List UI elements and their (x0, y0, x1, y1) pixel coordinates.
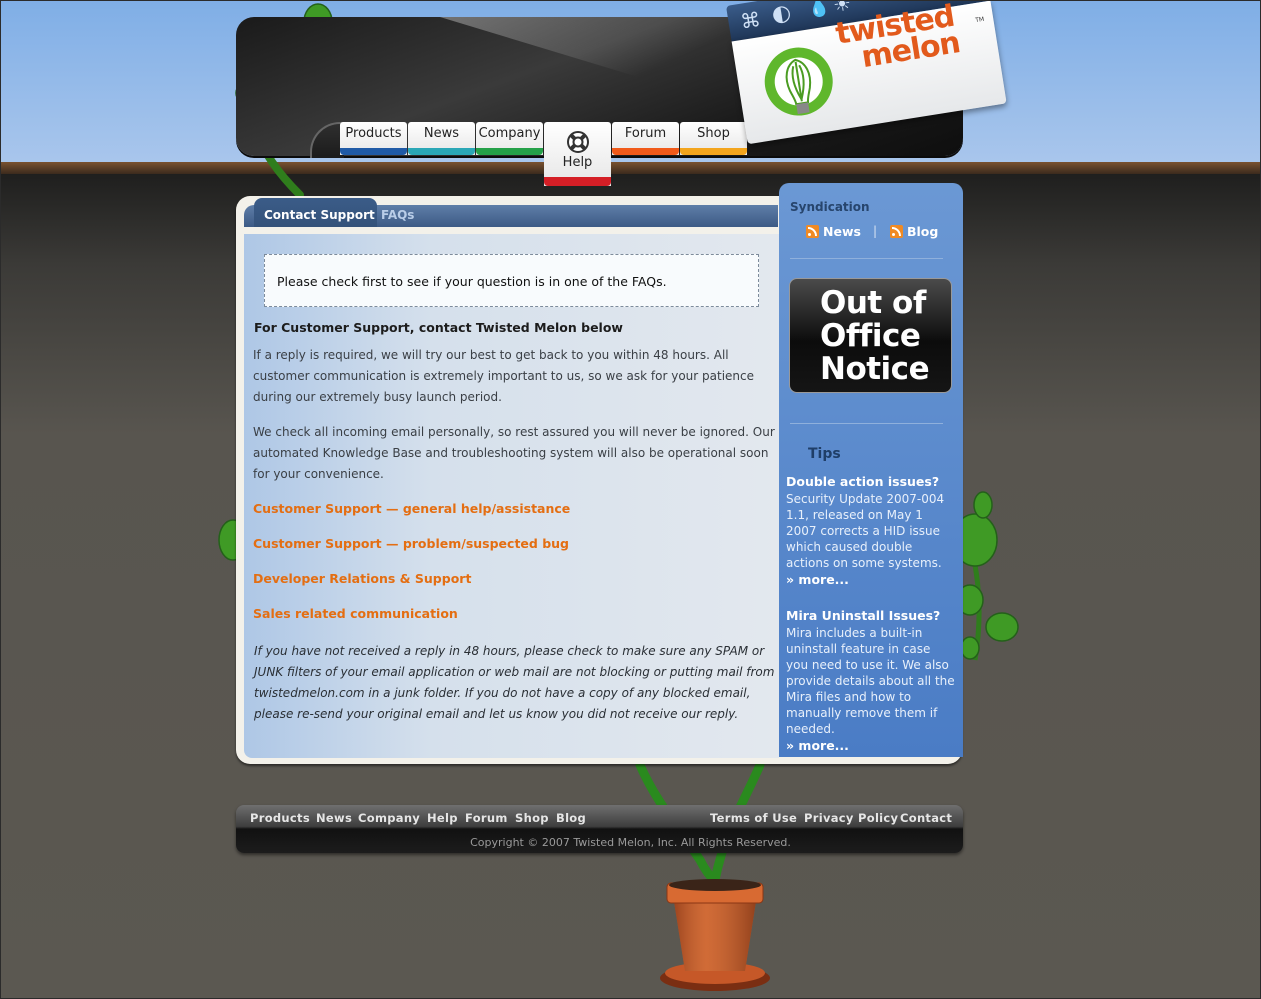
tips-heading: Tips (808, 446, 841, 462)
melon-bulb-logo-icon (764, 47, 833, 116)
link-developer-relations[interactable]: Developer Relations & Support (253, 571, 471, 586)
nav-news[interactable]: News (408, 122, 475, 155)
footer-link-forum[interactable]: Forum (465, 811, 508, 825)
droplet-icon: 💧 (805, 0, 832, 21)
tip-body-double-action: Security Update 2007-004 1.1, released o… (786, 492, 945, 570)
sidebar-divider (790, 423, 943, 424)
link-sales[interactable]: Sales related communication (253, 606, 458, 621)
nav-news-color-bar (408, 148, 475, 155)
tip-more-link[interactable]: » more... (786, 738, 849, 753)
nav-shop[interactable]: Shop (680, 122, 747, 155)
sidebar-divider (790, 258, 943, 259)
tip-more-link[interactable]: » more... (786, 572, 849, 587)
support-heading: For Customer Support, contact Twisted Me… (254, 320, 623, 335)
syndication-heading: Syndication (790, 200, 870, 214)
nav-products-color-bar (340, 148, 407, 155)
ooo-line2: Office (820, 318, 921, 354)
yin-yang-icon: ◐ (770, 0, 793, 28)
rss-icon (806, 225, 819, 238)
nav-shop-label: Shop (697, 126, 730, 141)
trademark-mark: TM (974, 15, 985, 25)
main-nav: Products News Company Help Forum Shop (340, 122, 748, 186)
blog-feed-link[interactable]: Blog (890, 224, 938, 239)
tip-title-double-action[interactable]: Double action issues? (786, 474, 939, 489)
lifebuoy-icon (566, 131, 589, 153)
news-feed-label: News (823, 224, 861, 239)
nav-help-label: Help (562, 155, 593, 170)
logo-wordmark: twisted melon (833, 0, 962, 75)
flower-pot-illustration (660, 879, 770, 991)
out-of-office-text: Out of Office Notice (820, 287, 950, 386)
footer-link-contact[interactable]: Contact (900, 811, 952, 825)
footer-link-privacy[interactable]: Privacy Policy (804, 811, 898, 825)
nav-shop-color-bar (680, 148, 747, 155)
faq-notice-text: Please check first to see if your questi… (277, 274, 667, 289)
nav-forum[interactable]: Forum (612, 122, 679, 155)
tip-title-mira-uninstall[interactable]: Mira Uninstall Issues? (786, 608, 940, 623)
rss-icon (890, 225, 903, 238)
nav-company-label: Company (478, 126, 541, 141)
footer-link-company[interactable]: Company (358, 811, 420, 825)
email-paragraph: We check all incoming email personally, … (253, 425, 775, 481)
spam-note: If you have not received a reply in 48 h… (254, 644, 775, 721)
link-suspected-bug[interactable]: Customer Support — problem/suspected bug (253, 536, 569, 551)
ooo-line3: Notice (820, 351, 930, 387)
copyright-text: Copyright © 2007 Twisted Melon, Inc. All… (470, 836, 791, 849)
footer-link-products[interactable]: Products (250, 811, 310, 825)
footer-link-terms[interactable]: Terms of Use (710, 811, 797, 825)
footer-link-blog[interactable]: Blog (556, 811, 586, 825)
footer-link-news[interactable]: News (316, 811, 352, 825)
nav-forum-color-bar (612, 148, 679, 155)
tab-contact-support-label[interactable]: Contact Support (264, 208, 375, 222)
nav-help-color-bar (544, 177, 611, 186)
nav-help[interactable]: Help (544, 122, 611, 186)
nav-company[interactable]: Company (476, 122, 543, 155)
nav-products-label: Products (345, 126, 402, 141)
nav-news-label: News (423, 126, 460, 141)
tip-body-mira-uninstall: Mira includes a built-in uninstall featu… (786, 626, 955, 736)
blog-feed-label: Blog (907, 224, 939, 239)
ooo-line1: Out of (820, 285, 926, 321)
command-key-icon: ⌘ (738, 6, 763, 34)
link-general-help[interactable]: Customer Support — general help/assistan… (253, 501, 570, 516)
nav-forum-label: Forum (624, 126, 667, 141)
news-feed-link[interactable]: News (806, 224, 861, 239)
tab-faqs[interactable]: FAQs (381, 208, 414, 222)
nav-products[interactable]: Products (340, 122, 407, 155)
footer-link-help[interactable]: Help (427, 811, 458, 825)
intro-paragraph: If a reply is required, we will try our … (253, 348, 755, 404)
footer-link-shop[interactable]: Shop (515, 811, 549, 825)
nav-company-color-bar (476, 148, 543, 155)
feed-separator: | (873, 224, 878, 238)
